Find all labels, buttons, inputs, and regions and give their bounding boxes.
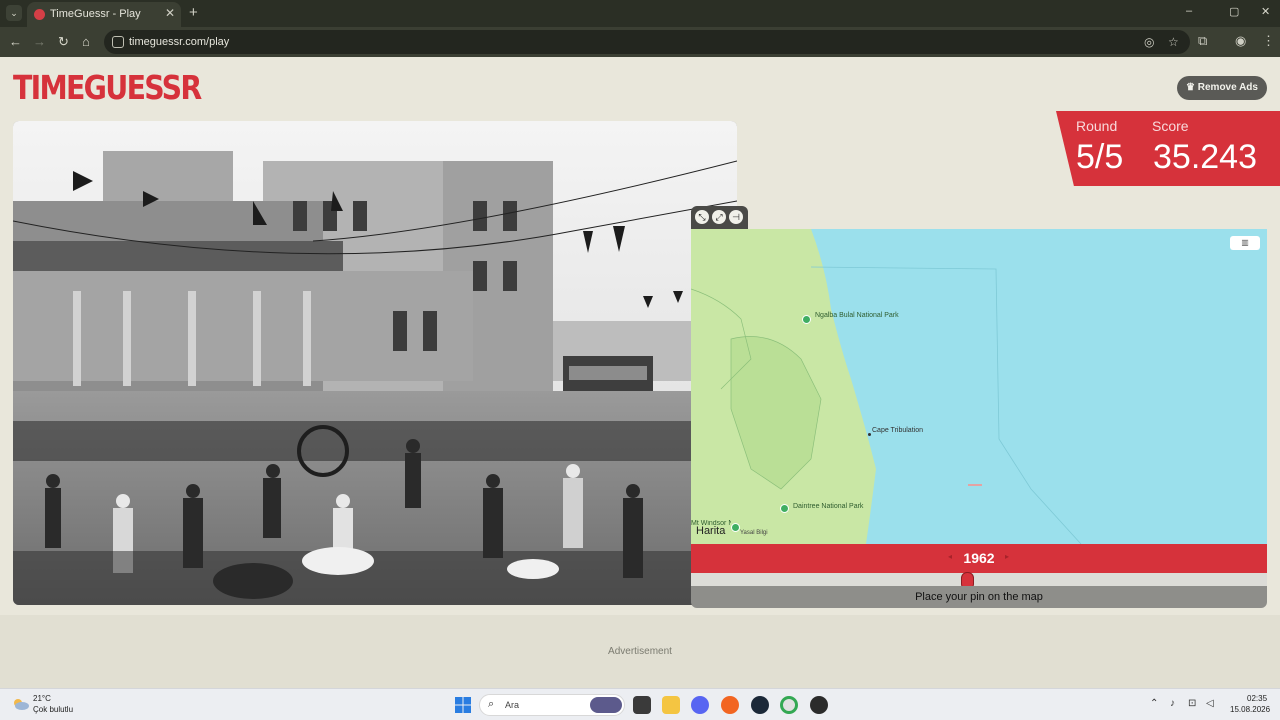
- crown-icon: ♛: [1186, 82, 1198, 93]
- search-icon: ⌕: [488, 698, 495, 710]
- round-label: Round: [1076, 118, 1118, 134]
- remove-ads-label: Remove Ads: [1197, 82, 1258, 93]
- guess-map[interactable]: ▥ Ngalba Bulal National Park Cape Tribul…: [691, 229, 1267, 544]
- microphone-icon[interactable]: ♪: [1170, 698, 1175, 709]
- site-info-icon[interactable]: [112, 36, 124, 48]
- historic-photo: [13, 121, 737, 605]
- task-view-icon[interactable]: [633, 696, 651, 714]
- browser-toolbar: ← → ↻ ⌂ timeguessr.com/play ◎ ☆ ⧉ ◉ ⋮: [0, 27, 1280, 57]
- back-arrow-icon[interactable]: ←: [9, 34, 22, 49]
- profile-icon[interactable]: ◉: [1235, 33, 1246, 49]
- park-pin-icon: [780, 504, 789, 513]
- forward-arrow-icon[interactable]: →: [33, 34, 46, 49]
- score-panel: Round 5/5 Score 35.243: [1056, 111, 1280, 186]
- tab-close-icon[interactable]: ✕: [165, 6, 175, 20]
- tab-title: TimeGuessr - Play: [50, 8, 141, 20]
- windows-start-icon[interactable]: [455, 697, 471, 713]
- round-value: 5/5: [1076, 138, 1124, 176]
- clock-date[interactable]: 15.08.2026: [1230, 705, 1270, 714]
- search-placeholder: Ara: [505, 700, 520, 710]
- close-window-button[interactable]: ✕: [1261, 5, 1270, 18]
- map-layers-icon[interactable]: ▥: [1230, 236, 1260, 250]
- timeguessr-logo[interactable]: TIMEGUESSR: [13, 67, 202, 109]
- map-attribution: Harita: [696, 525, 726, 537]
- url-text[interactable]: timeguessr.com/play: [129, 36, 229, 48]
- place-pin-button[interactable]: Place your pin on the map: [691, 586, 1267, 608]
- timeguessr-favicon-icon: [34, 9, 45, 20]
- tray-expand-icon[interactable]: ⌃: [1150, 698, 1158, 709]
- menu-kebab-icon[interactable]: ⋮: [1262, 33, 1275, 49]
- extensions-icon[interactable]: ⧉: [1198, 33, 1207, 49]
- cloudy-weather-icon[interactable]: [12, 697, 30, 711]
- score-label: Score: [1152, 118, 1189, 134]
- expand-icon[interactable]: ⤡: [695, 210, 709, 224]
- park-label-ngalba: Ngalba Bulal National Park: [815, 312, 899, 319]
- volume-icon[interactable]: ◁: [1206, 698, 1214, 709]
- app-dark-icon[interactable]: [810, 696, 828, 714]
- reload-icon[interactable]: ↻: [58, 34, 69, 50]
- taskbar-search[interactable]: ⌕ Ara: [479, 694, 625, 716]
- advertisement-area: Advertisement: [0, 615, 1280, 688]
- address-bar[interactable]: timeguessr.com/play ◎ ☆: [104, 30, 1190, 54]
- new-tab-button[interactable]: +: [189, 4, 198, 21]
- map-controls: ⤡ ⤢ ⊣: [691, 206, 748, 229]
- app-orange-icon[interactable]: [721, 696, 739, 714]
- steam-icon[interactable]: [751, 696, 769, 714]
- file-explorer-icon[interactable]: [662, 696, 680, 714]
- search-highlight-icon: [590, 697, 622, 713]
- taskbar: 21°C Çok bulutlu ⌕ Ara ⌃ ♪ ⊡ ◁ 02:35 15.…: [0, 688, 1280, 720]
- year-display: ◂ 1962 ▸: [691, 544, 1267, 573]
- tab-list-button[interactable]: ⌄: [6, 5, 22, 21]
- restore-button[interactable]: ▢: [1229, 5, 1239, 18]
- legal-link[interactable]: Yasal Bilgi: [740, 530, 768, 536]
- weather-temperature[interactable]: 21°C: [33, 694, 51, 703]
- remove-ads-button[interactable]: ♛ Remove Ads: [1177, 76, 1267, 100]
- cape-tribulation-label: Cape Tribulation: [872, 427, 923, 434]
- pin-icon[interactable]: ⊣: [729, 210, 743, 224]
- park-pin-icon: [802, 315, 811, 324]
- minimize-button[interactable]: –: [1186, 5, 1192, 17]
- home-icon[interactable]: ⌂: [82, 34, 90, 49]
- shrink-icon[interactable]: ⤢: [712, 210, 726, 224]
- park-pin-icon: [731, 523, 740, 532]
- advertisement-label: Advertisement: [608, 646, 672, 657]
- cape-dot: [868, 433, 871, 436]
- year-slider[interactable]: [691, 572, 1267, 590]
- weather-description[interactable]: Çok bulutlu: [33, 705, 73, 714]
- network-icon[interactable]: ⊡: [1188, 698, 1196, 709]
- chrome-icon[interactable]: [780, 696, 798, 714]
- browser-tab[interactable]: TimeGuessr - Play ✕: [27, 2, 181, 27]
- eye-off-icon[interactable]: ◎: [1144, 35, 1154, 49]
- score-value: 35.243: [1153, 138, 1257, 176]
- park-label-daintree: Daintree National Park: [793, 503, 864, 510]
- increase-year-icon[interactable]: ▸: [1005, 552, 1009, 561]
- bookmark-star-icon[interactable]: ☆: [1168, 35, 1179, 49]
- discord-icon[interactable]: [691, 696, 709, 714]
- clock-time[interactable]: 02:35: [1247, 694, 1267, 703]
- selected-year: 1962: [963, 550, 995, 566]
- browser-tab-bar: ⌄ TimeGuessr - Play ✕ + – ▢ ✕: [0, 0, 1280, 27]
